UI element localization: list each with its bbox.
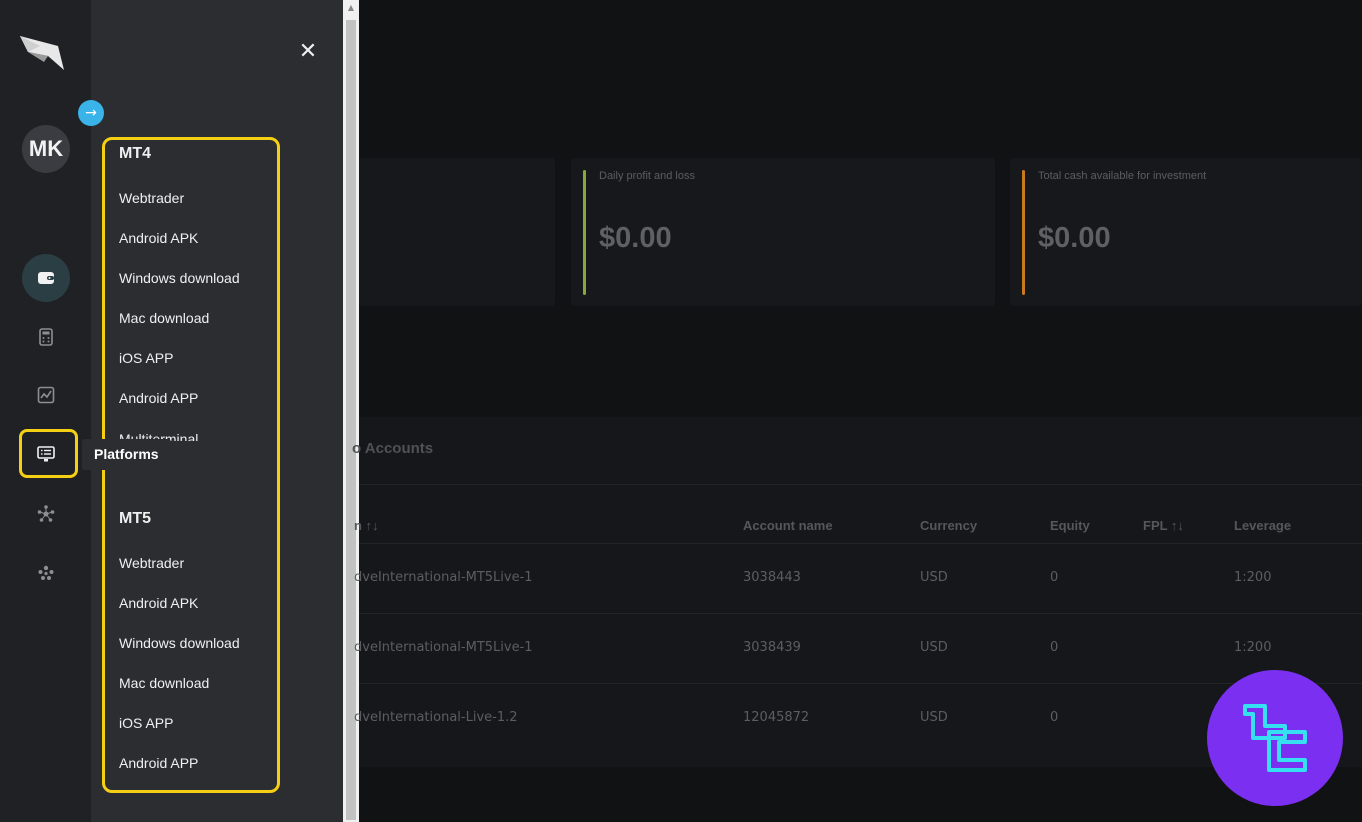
tc-logo-icon	[1243, 704, 1307, 772]
mt5-heading: MT5	[119, 510, 151, 527]
card-accent-bar	[583, 170, 586, 295]
cell-currency: USD	[920, 570, 948, 585]
card-label: Total cash available for investment	[1038, 170, 1207, 182]
rail-wallet[interactable]	[22, 254, 70, 302]
mt4-webtrader[interactable]: Webtrader	[119, 190, 184, 206]
rail-calculator[interactable]	[22, 313, 70, 361]
mt5-android-apk[interactable]: Android APK	[119, 595, 198, 611]
col-header-currency: Currency	[920, 518, 978, 533]
mt5-mac-download[interactable]: Mac download	[119, 675, 209, 691]
card-value: $0.00	[1038, 222, 1111, 254]
scroll-thumb[interactable]	[346, 20, 356, 820]
cell-leverage: 1:200	[1234, 570, 1272, 585]
brand-logo[interactable]	[18, 32, 68, 72]
network-icon	[37, 505, 55, 522]
platforms-highlight	[19, 429, 78, 478]
rail-chart[interactable]	[22, 371, 70, 419]
expand-sidebar-button[interactable]: →	[78, 100, 104, 126]
mt4-mac-download[interactable]: Mac download	[119, 310, 209, 326]
mt4-ios-app[interactable]: iOS APP	[119, 350, 173, 366]
col-header-leverage: Leverage	[1234, 518, 1292, 533]
summary-card-partial	[359, 158, 555, 306]
calculator-icon	[39, 328, 53, 346]
cell-equity: 0	[1050, 710, 1059, 725]
rail-community[interactable]	[22, 549, 70, 597]
cell-equity: 0	[1050, 570, 1059, 585]
divider	[359, 683, 1362, 684]
mt4-android-apk[interactable]: Android APK	[119, 230, 198, 246]
watermark-logo	[1207, 670, 1343, 806]
mt4-windows-download[interactable]: Windows download	[119, 270, 240, 286]
mt5-webtrader[interactable]: Webtrader	[119, 555, 184, 571]
community-icon	[38, 565, 54, 580]
card-accent-bar	[1022, 170, 1025, 295]
mt4-heading: MT4	[119, 145, 151, 162]
avatar[interactable]: MK	[22, 125, 70, 173]
card-label: Daily profit and loss	[599, 170, 695, 182]
col-header-fpl[interactable]: FPL ↑↓	[1143, 518, 1184, 533]
cell-currency: USD	[920, 640, 948, 655]
chart-icon	[37, 386, 55, 404]
col-header-equity: Equity	[1050, 518, 1090, 533]
scrollbar[interactable]: ▲	[343, 0, 359, 822]
cell-server: dveInternational-MT5Live-1	[354, 640, 533, 655]
card-value: $0.00	[599, 222, 672, 254]
divider	[359, 484, 1362, 485]
cell-account: 12045872	[743, 710, 810, 725]
cell-server: dveInternational-MT5Live-1	[354, 570, 533, 585]
rail-network[interactable]	[22, 490, 70, 538]
wallet-icon	[38, 272, 54, 284]
cell-currency: USD	[920, 710, 948, 725]
cell-server: dveInternational-Live-1.2	[354, 710, 518, 725]
divider	[359, 543, 1362, 544]
cell-account: 3038439	[743, 640, 801, 655]
scroll-up-arrow-icon[interactable]: ▲	[343, 0, 359, 16]
close-panel-button[interactable]: ✕	[296, 40, 320, 64]
divider	[359, 613, 1362, 614]
close-icon: ✕	[298, 39, 318, 64]
cell-equity: 0	[1050, 640, 1059, 655]
accounts-title: o Accounts	[352, 440, 434, 457]
mt4-android-app[interactable]: Android APP	[119, 390, 198, 406]
arrow-right-icon: →	[85, 105, 97, 121]
cell-leverage: 1:200	[1234, 640, 1272, 655]
platforms-tooltip: Platforms	[82, 439, 171, 470]
col-header-server[interactable]: n ↑↓	[354, 518, 379, 533]
mt5-ios-app[interactable]: iOS APP	[119, 715, 173, 731]
mt5-windows-download[interactable]: Windows download	[119, 635, 240, 651]
cell-account: 3038443	[743, 570, 801, 585]
cash-available-card: Total cash available for investment $0.0…	[1010, 158, 1362, 306]
mt5-android-app[interactable]: Android APP	[119, 755, 198, 771]
daily-pnl-card: Daily profit and loss $0.00	[571, 158, 995, 306]
col-header-account-name: Account name	[743, 518, 833, 533]
